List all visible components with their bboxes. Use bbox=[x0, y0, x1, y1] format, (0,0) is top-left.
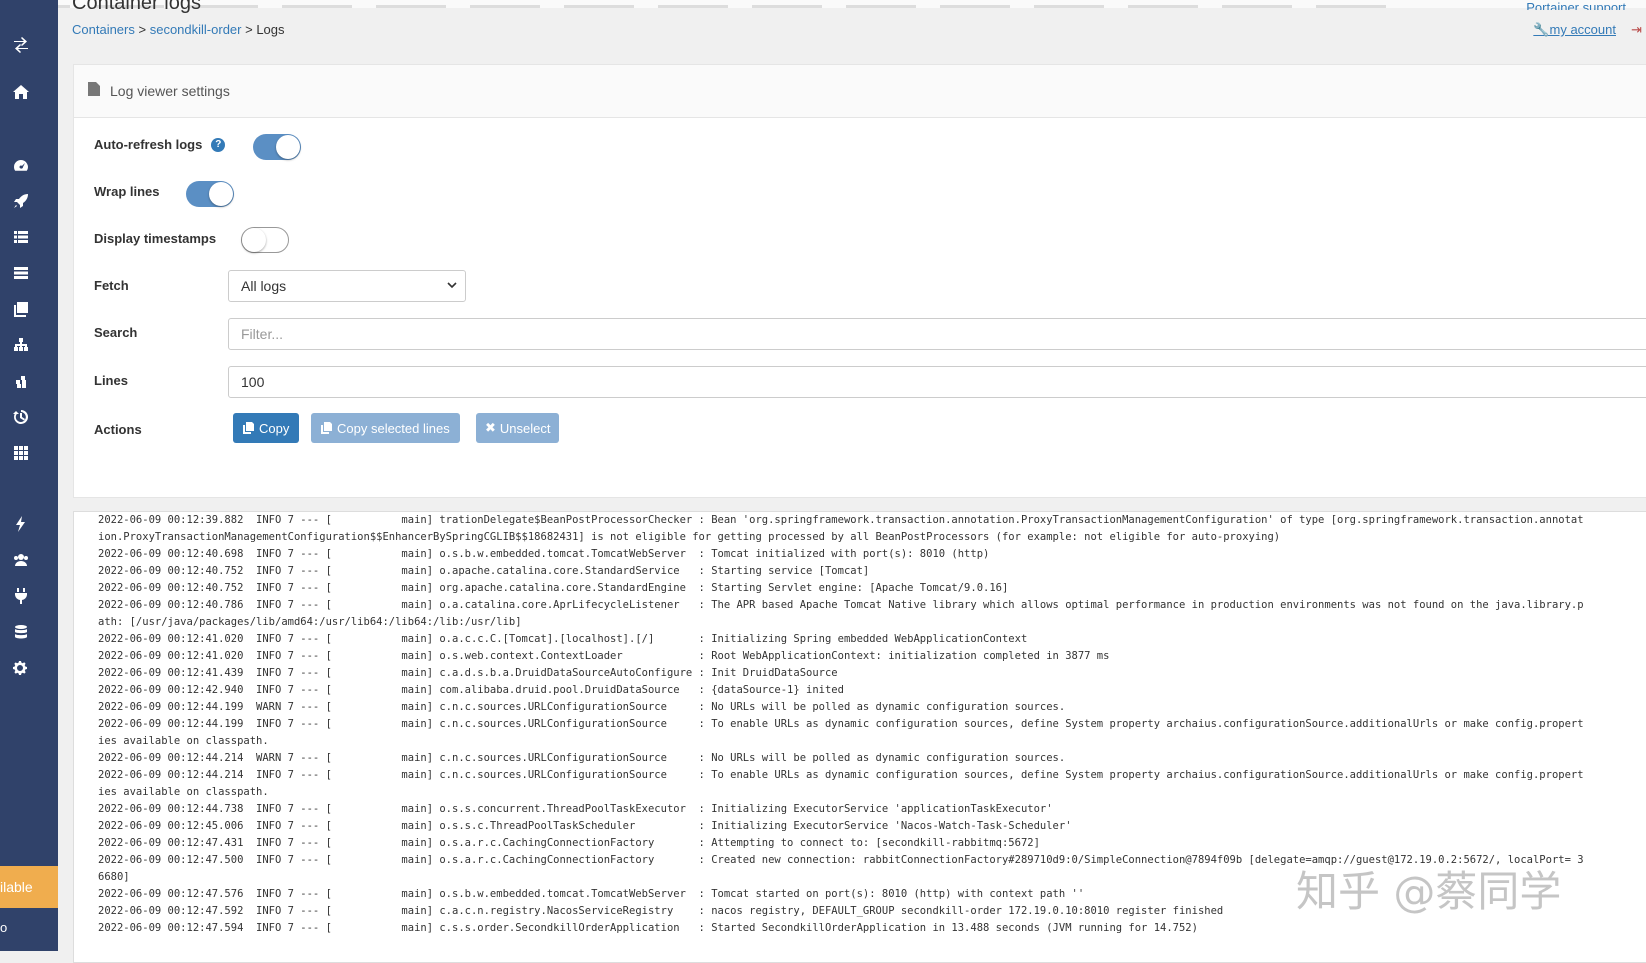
my-account-label: my account bbox=[1549, 22, 1616, 37]
actions-label: Actions bbox=[94, 422, 142, 437]
log-line[interactable]: 2022-06-09 00:12:44.199 INFO 7 --- [ mai… bbox=[98, 716, 1584, 733]
fetch-row: Fetch bbox=[94, 278, 129, 293]
timestamps-label: Display timestamps bbox=[94, 231, 217, 246]
copy-selected-lines-button[interactable]: Copy selected lines bbox=[311, 413, 460, 443]
search-placeholder: Filter... bbox=[241, 326, 284, 342]
log-line[interactable]: ies available on classpath. bbox=[98, 784, 269, 801]
file-icon bbox=[88, 81, 100, 101]
auto-refresh-row: Auto-refresh logs ? bbox=[94, 137, 226, 152]
volumes-icon[interactable] bbox=[0, 370, 42, 390]
sidebar-toggle-icon[interactable] bbox=[0, 34, 42, 54]
support-link[interactable]: Portainer support bbox=[1526, 0, 1626, 10]
update-available-badge[interactable]: ilable bbox=[0, 866, 58, 908]
wrench-icon: 🔧 bbox=[1533, 22, 1550, 37]
log-line[interactable]: ath: [/usr/java/packages/lib/amd64:/usr/… bbox=[98, 614, 522, 631]
log-line[interactable]: 2022-06-09 00:12:47.431 INFO 7 --- [ mai… bbox=[98, 835, 1040, 852]
home-icon[interactable] bbox=[0, 81, 42, 101]
page-title: Container logs bbox=[72, 0, 201, 14]
lines-row: Lines bbox=[94, 373, 128, 388]
breadcrumb: Containers > secondkill-order > Logs bbox=[72, 22, 285, 37]
log-line[interactable]: 2022-06-09 00:12:41.439 INFO 7 --- [ mai… bbox=[98, 665, 838, 682]
timestamps-row: Display timestamps bbox=[94, 231, 216, 246]
log-line[interactable]: 2022-06-09 00:12:44.214 INFO 7 --- [ mai… bbox=[98, 767, 1584, 784]
auto-refresh-toggle[interactable] bbox=[253, 134, 301, 160]
unselect-button[interactable]: ✖ Unselect bbox=[476, 413, 560, 443]
log-line[interactable]: 2022-06-09 00:12:44.214 WARN 7 --- [ mai… bbox=[98, 750, 1065, 767]
log-line[interactable]: 2022-06-09 00:12:40.786 INFO 7 --- [ mai… bbox=[98, 597, 1584, 614]
breadcrumb-container-link[interactable]: secondkill-order bbox=[150, 22, 242, 37]
copy-button[interactable]: Copy bbox=[233, 413, 300, 443]
sidebar-footer-text: o bbox=[0, 920, 8, 935]
close-icon: ✖ bbox=[485, 420, 496, 435]
fetch-select-value: All logs bbox=[241, 278, 287, 294]
log-line[interactable]: 6680] bbox=[98, 869, 130, 886]
panel-title: Log viewer settings bbox=[110, 83, 230, 99]
bookmarks-bar bbox=[0, 0, 1646, 8]
log-viewer-settings-panel: Log viewer settings Auto-refresh logs ? … bbox=[73, 64, 1646, 498]
sidebar: ilable o bbox=[0, 0, 58, 951]
extensions-icon[interactable] bbox=[0, 513, 42, 533]
log-line[interactable]: 2022-06-09 00:12:39.882 INFO 7 --- [ mai… bbox=[98, 512, 1584, 529]
log-line[interactable]: 2022-06-09 00:12:45.006 INFO 7 --- [ mai… bbox=[98, 818, 1072, 835]
unselect-button-label: Unselect bbox=[499, 420, 551, 436]
copy-icon bbox=[321, 422, 332, 434]
users-icon[interactable] bbox=[0, 549, 42, 569]
actions-row: Actions bbox=[94, 422, 142, 437]
log-line[interactable]: 2022-06-09 00:12:44.738 INFO 7 --- [ mai… bbox=[98, 801, 1053, 818]
lines-value: 100 bbox=[241, 374, 265, 390]
app-templates-icon[interactable] bbox=[0, 190, 42, 210]
log-line[interactable]: ion.ProxyTransactionManagementConfigurat… bbox=[98, 529, 1280, 546]
log-line[interactable]: 2022-06-09 00:12:40.752 INFO 7 --- [ mai… bbox=[98, 580, 1008, 597]
host-icon[interactable] bbox=[0, 442, 42, 462]
timestamps-toggle[interactable] bbox=[241, 227, 289, 253]
wrap-lines-toggle[interactable] bbox=[186, 181, 234, 207]
breadcrumb-separator: > bbox=[245, 22, 253, 37]
log-line[interactable]: 2022-06-09 00:12:44.199 WARN 7 --- [ mai… bbox=[98, 699, 1065, 716]
containers-icon[interactable] bbox=[0, 262, 42, 282]
events-icon[interactable] bbox=[0, 406, 42, 426]
log-line[interactable]: 2022-06-09 00:12:47.576 INFO 7 --- [ mai… bbox=[98, 886, 1084, 903]
fetch-label: Fetch bbox=[94, 278, 129, 293]
registries-icon[interactable] bbox=[0, 621, 42, 641]
panel-header: Log viewer settings bbox=[74, 65, 1646, 118]
log-line[interactable]: 2022-06-09 00:12:40.698 INFO 7 --- [ mai… bbox=[98, 546, 989, 563]
watermark: 知乎 @蔡同学 bbox=[1296, 867, 1562, 916]
wrap-lines-row: Wrap lines bbox=[94, 184, 160, 199]
log-line[interactable]: 2022-06-09 00:12:41.020 INFO 7 --- [ mai… bbox=[98, 648, 1109, 665]
dashboard-icon[interactable] bbox=[0, 154, 42, 174]
endpoints-icon[interactable] bbox=[0, 585, 42, 605]
images-icon[interactable] bbox=[0, 298, 42, 318]
chevron-down-icon bbox=[447, 282, 457, 289]
wrap-lines-label: Wrap lines bbox=[94, 184, 160, 199]
log-line[interactable]: 2022-06-09 00:12:47.594 INFO 7 --- [ mai… bbox=[98, 920, 1198, 937]
copy-button-label: Copy bbox=[259, 420, 290, 436]
breadcrumb-containers-link[interactable]: Containers bbox=[72, 22, 135, 37]
copy-icon bbox=[243, 422, 254, 434]
stacks-icon[interactable] bbox=[0, 226, 42, 246]
help-icon[interactable]: ? bbox=[211, 137, 226, 152]
log-line[interactable]: 2022-06-09 00:12:40.752 INFO 7 --- [ mai… bbox=[98, 563, 869, 580]
search-label: Search bbox=[94, 325, 138, 340]
auto-refresh-label: Auto-refresh logs bbox=[94, 137, 203, 152]
log-line[interactable]: 2022-06-09 00:12:42.940 INFO 7 --- [ mai… bbox=[98, 682, 844, 699]
lines-label: Lines bbox=[94, 373, 128, 388]
lines-input[interactable]: 100 bbox=[228, 366, 1646, 398]
copy-selected-lines-label: Copy selected lines bbox=[337, 420, 450, 436]
my-account-link[interactable]: 🔧my account bbox=[1533, 22, 1616, 38]
search-row: Search bbox=[94, 325, 137, 340]
networks-icon[interactable] bbox=[0, 334, 42, 354]
breadcrumb-current: Logs bbox=[256, 22, 285, 37]
settings-icon[interactable] bbox=[0, 657, 42, 677]
log-line[interactable]: 2022-06-09 00:12:47.592 INFO 7 --- [ mai… bbox=[98, 903, 1223, 920]
breadcrumb-separator: > bbox=[138, 22, 147, 37]
log-line[interactable]: ies available on classpath. bbox=[98, 733, 269, 750]
log-line[interactable]: 2022-06-09 00:12:41.020 INFO 7 --- [ mai… bbox=[98, 631, 1027, 648]
search-input[interactable]: Filter... bbox=[228, 318, 1646, 350]
fetch-select[interactable]: All logs bbox=[228, 270, 466, 302]
logout-icon[interactable]: ⇥ bbox=[1631, 22, 1642, 38]
